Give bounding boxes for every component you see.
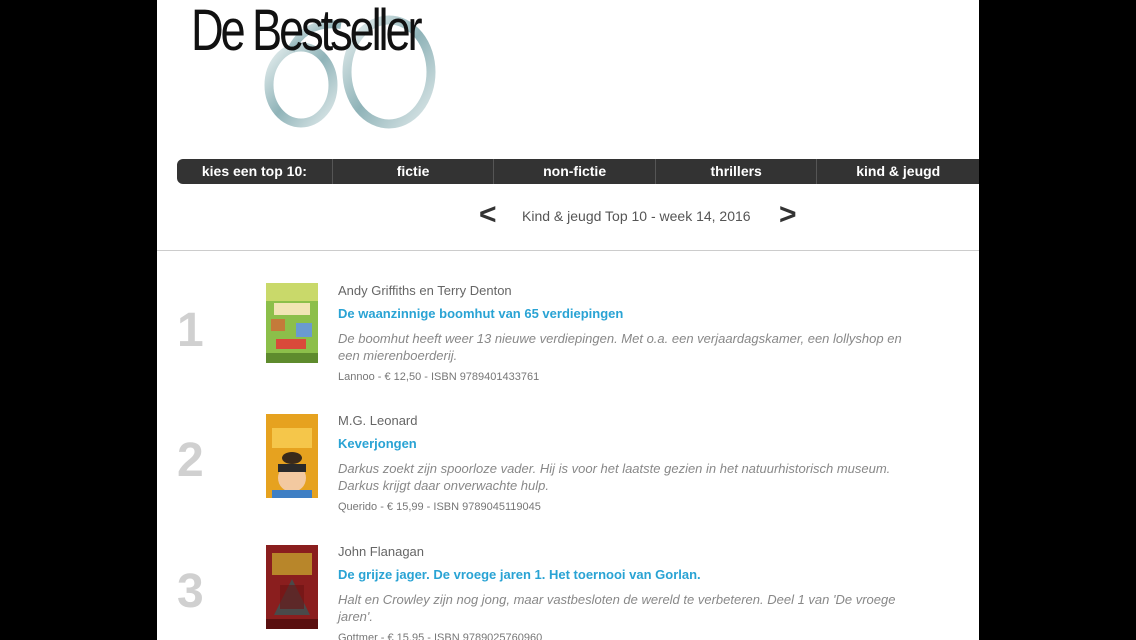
book-author: John Flanagan <box>338 544 425 559</box>
book-info: John Flanagan De grijze jager. De vroege… <box>338 544 938 640</box>
page: De Bestseller kies een top 10: fictie no… <box>157 0 979 640</box>
book-info: M.G. Leonard Keverjongen Darkus zoekt zi… <box>338 413 938 514</box>
book-cover-1-icon <box>266 283 318 363</box>
book-title-link[interactable]: Keverjongen <box>338 436 938 451</box>
nav-tab-thrillers[interactable]: thrillers <box>656 159 818 184</box>
book-cover-image[interactable] <box>266 414 318 498</box>
book-cover-image[interactable] <box>266 283 318 363</box>
book-meta: Lannoo - € 12,50 - ISBN 9789401433761 <box>338 371 540 383</box>
book-description: De boomhut heeft weer 13 nieuwe verdiepi… <box>338 331 902 363</box>
week-navigator: < Kind & jeugd Top 10 - week 14, 2016 > <box>157 198 979 234</box>
book-title-link[interactable]: De waanzinnige boomhut van 65 verdieping… <box>338 306 938 321</box>
rank-number: 3 <box>177 565 204 618</box>
book-meta: Querido - € 15,99 - ISBN 9789045119045 <box>338 501 541 513</box>
logo-text: De Bestseller <box>191 0 423 63</box>
book-info: Andy Griffiths en Terry Denton De waanzi… <box>338 283 938 384</box>
divider <box>157 250 979 251</box>
rank-number: 1 <box>177 304 204 357</box>
site-logo[interactable]: De Bestseller <box>191 0 451 132</box>
list-item: 1 Andy Griffiths en Terry Denton De waan… <box>157 283 979 403</box>
book-description: Halt en Crowley zijn nog jong, maar vast… <box>338 592 896 624</box>
next-week-arrow-icon[interactable]: > <box>779 198 797 232</box>
book-author: Andy Griffiths en Terry Denton <box>338 283 512 298</box>
nav-prefix-label: kies een top 10: <box>177 159 333 184</box>
nav-tab-fictie[interactable]: fictie <box>333 159 495 184</box>
book-cover-3-icon <box>266 545 318 629</box>
list-item: 3 John Flanagan De grijze jager. De vroe… <box>157 544 979 640</box>
book-title-link[interactable]: De grijze jager. De vroege jaren 1. Het … <box>338 567 938 582</box>
week-title: Kind & jeugd Top 10 - week 14, 2016 <box>522 208 751 224</box>
book-cover-image[interactable] <box>266 545 318 629</box>
book-meta: Gottmer - € 15,95 - ISBN 9789025760960 <box>338 632 543 640</box>
rank-number: 2 <box>177 434 204 487</box>
top10-nav: kies een top 10: fictie non-fictie thril… <box>177 159 979 184</box>
nav-tab-kind-jeugd[interactable]: kind & jeugd <box>817 159 979 184</box>
previous-week-arrow-icon[interactable]: < <box>479 198 497 232</box>
nav-tab-non-fictie[interactable]: non-fictie <box>494 159 656 184</box>
book-cover-2-icon <box>266 414 318 498</box>
book-author: M.G. Leonard <box>338 413 418 428</box>
book-description: Darkus zoekt zijn spoorloze vader. Hij i… <box>338 461 891 493</box>
list-item: 2 M.G. Leonard Keverjongen Darkus zoekt … <box>157 413 979 533</box>
